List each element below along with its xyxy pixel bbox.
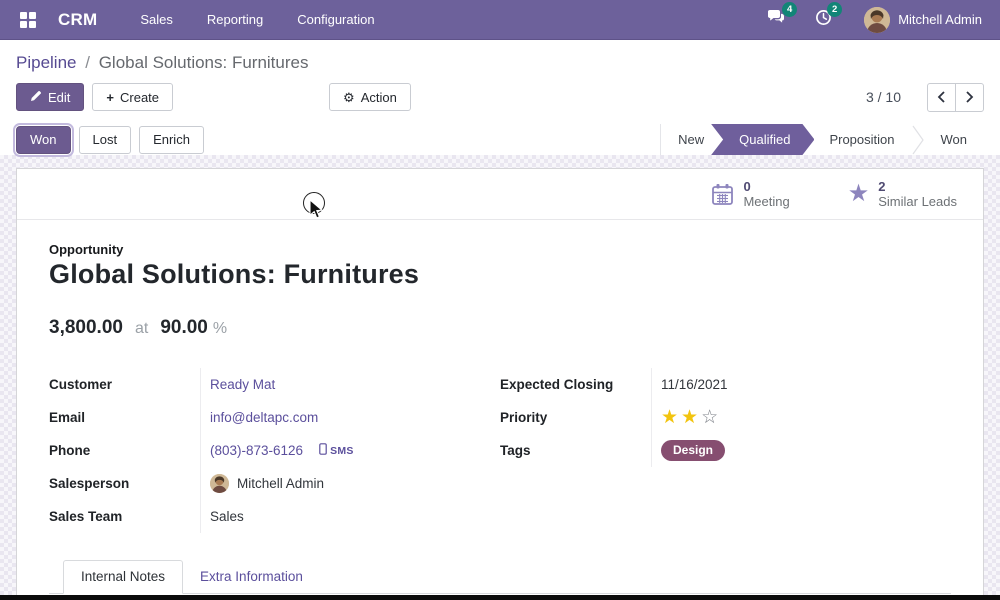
tag-design[interactable]: Design	[661, 440, 725, 461]
sales-team-value[interactable]: Sales	[210, 509, 244, 524]
status-row: Won Lost Enrich New Qualified Propositio…	[16, 124, 984, 155]
expected-revenue-row: 3,800.00 at 90.00 %	[49, 317, 951, 339]
field-email: Email info@deltapc.com	[49, 401, 500, 434]
create-button[interactable]: + Create	[92, 83, 173, 111]
action-button-label: Action	[361, 90, 397, 105]
expected-closing-value: 11/16/2021	[661, 377, 728, 392]
menu-configuration[interactable]: Configuration	[280, 0, 391, 40]
field-priority: Priority ★ ★ ☆	[500, 401, 951, 434]
button-row: Edit + Create ⚙ Action 3 / 10	[16, 83, 984, 111]
field-phone: Phone (803)-873-6126 SMS	[49, 434, 500, 467]
pencil-icon	[30, 90, 42, 105]
stage-won[interactable]: Won	[924, 124, 985, 155]
meeting-count: 0	[743, 179, 789, 194]
field-expected-closing: Expected Closing 11/16/2021	[500, 368, 951, 401]
stat-button-box: 0 Meeting ★ 2 Similar Leads	[17, 169, 983, 220]
similar-leads-count: 2	[878, 179, 957, 194]
similar-leads-label: Similar Leads	[878, 194, 957, 209]
sms-label: SMS	[330, 445, 354, 457]
window-bottom-edge	[0, 595, 1000, 600]
stage-new[interactable]: New	[661, 124, 721, 155]
menu-sales[interactable]: Sales	[123, 0, 190, 40]
plus-icon: +	[106, 90, 114, 105]
email-label: Email	[49, 410, 200, 425]
record-type-label: Opportunity	[49, 242, 951, 257]
lost-button[interactable]: Lost	[79, 126, 132, 154]
field-group-right: Expected Closing 11/16/2021 Priority ★ ★…	[500, 368, 951, 533]
star-icon: ★	[848, 182, 870, 206]
send-sms-button[interactable]: SMS	[319, 443, 354, 458]
priority-star-1-filled-icon[interactable]: ★	[661, 408, 678, 427]
customer-value-link[interactable]: Ready Mat	[210, 377, 275, 392]
apps-menu-icon[interactable]	[20, 12, 36, 28]
priority-star-2-filled-icon[interactable]: ★	[681, 408, 698, 427]
breadcrumb-pipeline-link[interactable]: Pipeline	[16, 53, 77, 72]
phone-label: Phone	[49, 443, 200, 458]
field-salesperson: Salesperson Mitchell Admin	[49, 467, 500, 500]
sales-team-label: Sales Team	[49, 509, 200, 524]
form-view-background: 0 Meeting ★ 2 Similar Leads Opportunity …	[0, 155, 1000, 600]
pager: 3 / 10	[866, 83, 984, 112]
calendar-icon	[711, 183, 734, 206]
stage-proposition[interactable]: Proposition	[812, 124, 911, 155]
top-navbar: CRM Sales Reporting Configuration 4 2 Mi…	[0, 0, 1000, 40]
messages-badge: 4	[782, 2, 797, 17]
menu-reporting[interactable]: Reporting	[190, 0, 280, 40]
priority-stars: ★ ★ ☆	[651, 401, 951, 434]
pager-next-button[interactable]	[955, 83, 984, 112]
similar-leads-stat-button[interactable]: ★ 2 Similar Leads	[848, 179, 957, 210]
edit-button[interactable]: Edit	[16, 83, 84, 111]
breadcrumb-current: Global Solutions: Furnitures	[99, 53, 309, 72]
breadcrumb: Pipeline / Global Solutions: Furnitures	[16, 48, 984, 78]
at-label: at	[135, 320, 148, 338]
notebook-tabs: Internal Notes Extra Information	[49, 560, 951, 594]
field-tags: Tags Design	[500, 434, 951, 467]
meeting-stat-button[interactable]: 0 Meeting	[711, 179, 789, 210]
user-avatar[interactable]	[864, 7, 890, 33]
user-name[interactable]: Mitchell Admin	[898, 12, 982, 27]
messages-button[interactable]: 4	[767, 9, 787, 30]
tags-label: Tags	[500, 443, 651, 458]
expected-revenue-value: 3,800.00	[49, 317, 123, 339]
field-customer: Customer Ready Mat	[49, 368, 500, 401]
customer-label: Customer	[49, 377, 200, 392]
probability-value: 90.00	[160, 317, 208, 339]
priority-star-3-empty-icon[interactable]: ☆	[701, 408, 718, 427]
stage-qualified[interactable]: Qualified	[711, 124, 814, 155]
stage-separator-chevron	[912, 124, 924, 155]
field-grid: Customer Ready Mat Email info@deltapc.co…	[49, 368, 951, 533]
edit-button-label: Edit	[48, 90, 70, 105]
priority-label: Priority	[500, 410, 651, 425]
control-panel: Pipeline / Global Solutions: Furnitures …	[0, 40, 1000, 155]
breadcrumb-separator: /	[85, 53, 90, 72]
stage-statusbar: New Qualified Proposition Won	[660, 124, 984, 155]
enrich-button[interactable]: Enrich	[139, 126, 204, 154]
field-sales-team: Sales Team Sales	[49, 500, 500, 533]
tab-internal-notes[interactable]: Internal Notes	[63, 560, 183, 594]
email-value-link[interactable]: info@deltapc.com	[210, 410, 318, 425]
activities-badge: 2	[827, 2, 842, 17]
pager-previous-button[interactable]	[927, 83, 956, 112]
salesperson-value[interactable]: Mitchell Admin	[237, 476, 324, 491]
app-brand[interactable]: CRM	[58, 10, 97, 30]
expected-closing-label: Expected Closing	[500, 377, 651, 392]
tab-extra-information[interactable]: Extra Information	[183, 561, 320, 593]
meeting-label: Meeting	[743, 194, 789, 209]
phone-value-link[interactable]: (803)-873-6126	[210, 443, 303, 458]
record-title: Global Solutions: Furnitures	[49, 259, 951, 290]
salesperson-avatar	[210, 474, 229, 493]
percent-sign: %	[213, 320, 227, 338]
action-button[interactable]: ⚙ Action	[329, 83, 411, 111]
activities-button[interactable]: 2	[815, 9, 832, 31]
salesperson-label: Salesperson	[49, 476, 200, 491]
record-sheet: 0 Meeting ★ 2 Similar Leads Opportunity …	[16, 168, 984, 600]
field-group-left: Customer Ready Mat Email info@deltapc.co…	[49, 368, 500, 533]
sheet-body: Opportunity Global Solutions: Furnitures…	[17, 220, 983, 594]
pager-counter: 3 / 10	[866, 89, 901, 105]
gear-icon: ⚙	[343, 91, 355, 104]
mobile-phone-icon	[319, 443, 327, 458]
won-button[interactable]: Won	[16, 126, 71, 154]
create-button-label: Create	[120, 90, 159, 105]
